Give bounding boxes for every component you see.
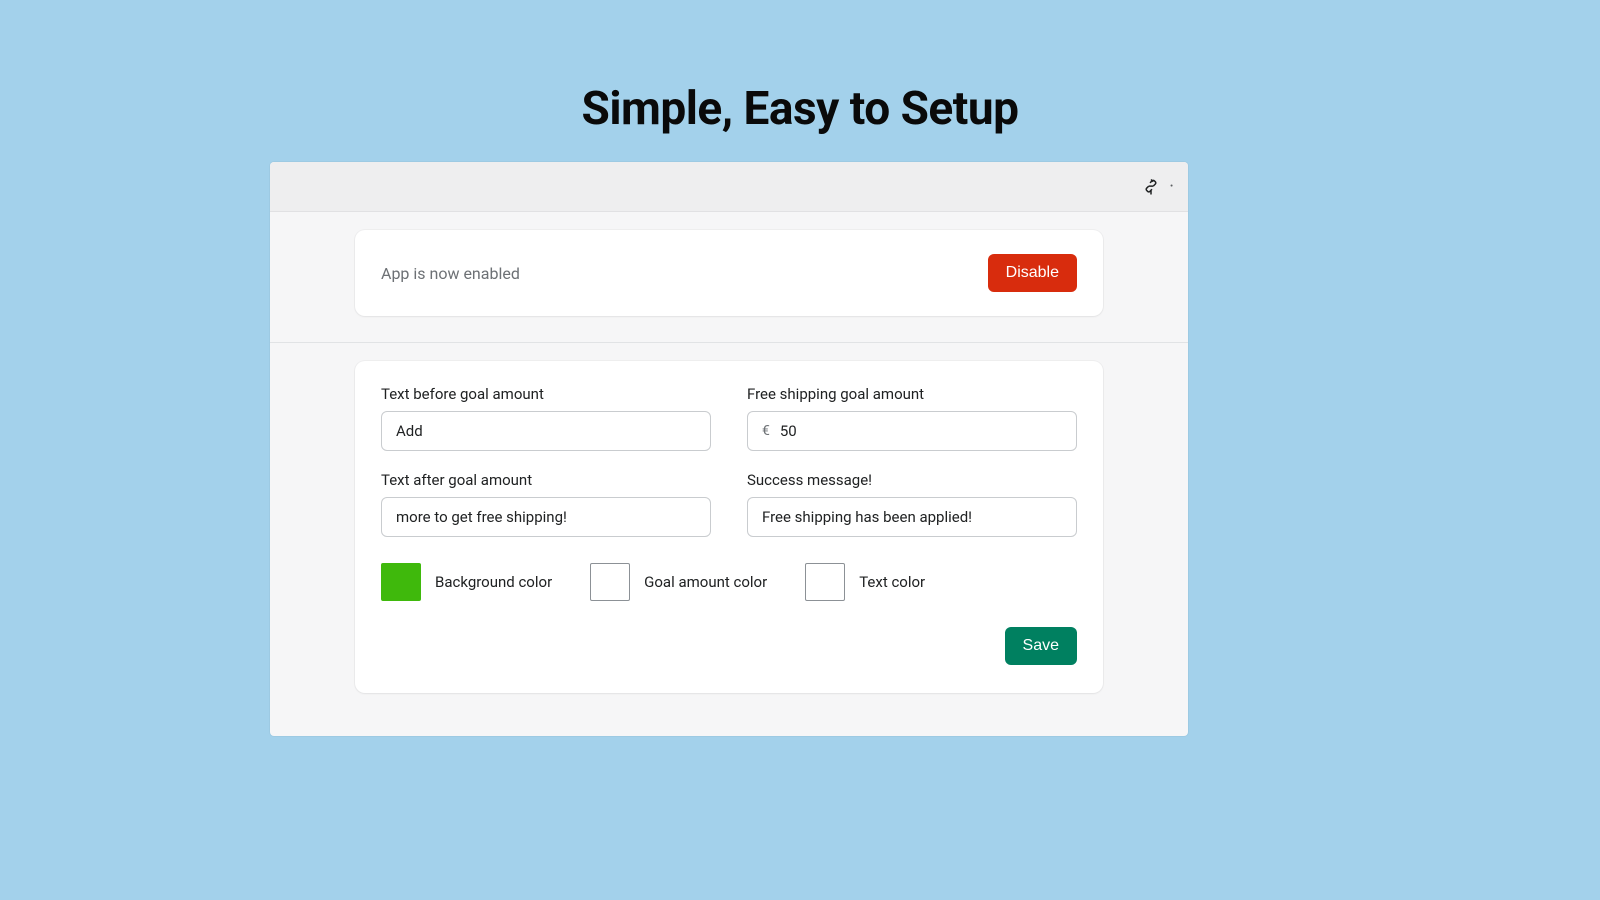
app-window: · App is now enabled Disable Text before… xyxy=(270,162,1188,736)
goal-amount-color-swatch[interactable] xyxy=(590,563,630,601)
hero-title: Simple, Easy to Setup xyxy=(0,0,1600,136)
background-color-swatch[interactable] xyxy=(381,563,421,601)
text-after-field: Text after goal amount xyxy=(381,471,711,537)
text-color-item: Text color xyxy=(805,563,925,601)
more-icon[interactable]: · xyxy=(1169,178,1174,196)
goal-amount-input[interactable] xyxy=(780,412,1062,450)
success-message-label: Success message! xyxy=(747,471,1077,489)
goal-amount-color-item: Goal amount color xyxy=(590,563,767,601)
text-color-label: Text color xyxy=(859,573,925,591)
app-body: App is now enabled Disable Text before g… xyxy=(270,230,1188,693)
settings-card: Text before goal amount Free shipping go… xyxy=(355,361,1103,693)
success-message-input[interactable] xyxy=(747,497,1077,537)
actions-row: Save xyxy=(381,627,1077,665)
save-button[interactable]: Save xyxy=(1005,627,1077,665)
background-color-label: Background color xyxy=(435,573,552,591)
goal-amount-input-wrap[interactable]: € xyxy=(747,411,1077,451)
divider xyxy=(270,342,1188,343)
text-before-input[interactable] xyxy=(381,411,711,451)
background-color-item: Background color xyxy=(381,563,552,601)
status-card: App is now enabled Disable xyxy=(355,230,1103,316)
success-message-field: Success message! xyxy=(747,471,1077,537)
currency-prefix: € xyxy=(762,423,770,439)
disable-button[interactable]: Disable xyxy=(988,254,1077,292)
goal-amount-field: Free shipping goal amount € xyxy=(747,385,1077,451)
text-after-input[interactable] xyxy=(381,497,711,537)
text-before-field: Text before goal amount xyxy=(381,385,711,451)
pin-icon[interactable] xyxy=(1141,177,1161,197)
text-after-label: Text after goal amount xyxy=(381,471,711,489)
app-status-text: App is now enabled xyxy=(381,264,520,283)
text-before-label: Text before goal amount xyxy=(381,385,711,403)
colors-row: Background color Goal amount color Text … xyxy=(381,563,1077,601)
text-color-swatch[interactable] xyxy=(805,563,845,601)
goal-amount-color-label: Goal amount color xyxy=(644,573,767,591)
app-topbar: · xyxy=(270,162,1188,212)
goal-amount-label: Free shipping goal amount xyxy=(747,385,1077,403)
